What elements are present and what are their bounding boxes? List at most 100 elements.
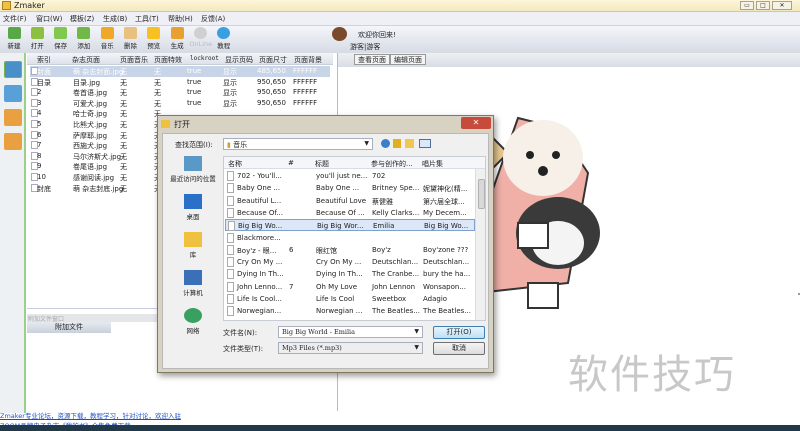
- up-folder-icon[interactable]: [393, 139, 401, 148]
- toolbar-button-new[interactable]: 新建: [3, 27, 25, 50]
- look-in-select[interactable]: ▮ 音乐 ▼: [223, 138, 373, 150]
- forum-link[interactable]: Zmaker专业论坛，资源下载，教程学习，针对讨论，欢迎入驻: [0, 410, 560, 420]
- back-icon[interactable]: [381, 139, 390, 148]
- col-lockroot[interactable]: lockroot: [190, 55, 219, 62]
- star-icon: [147, 27, 161, 39]
- file-row[interactable]: Cry On My ... Cry On My ... Deutschlan... D…: [225, 256, 475, 268]
- place-computer[interactable]: 计算机: [163, 270, 223, 297]
- file-row[interactable]: John Lenno... 7 Oh My Love John Lennon Wonsa…: [225, 281, 475, 293]
- menu-feedback[interactable]: 反馈(A): [201, 14, 225, 24]
- new-folder-icon[interactable]: [405, 139, 414, 148]
- toolbar-button-save[interactable]: 保存: [50, 27, 72, 50]
- menu-help[interactable]: 帮助(H): [168, 14, 193, 24]
- table-row[interactable]: 封面萌 杂志封面.jpg 无无 true 显示 485,650 FFFFFF: [30, 66, 330, 77]
- file-row[interactable]: Because Of... Because Of ... Kelly Clarks.…: [225, 207, 475, 219]
- toolbar-button-star[interactable]: 预览: [143, 27, 165, 50]
- filename-label: 文件名(N):: [223, 329, 258, 337]
- dialog-close-button[interactable]: ✕: [461, 117, 491, 129]
- toolbar-button-music[interactable]: 音乐: [96, 27, 118, 50]
- col-number[interactable]: #: [288, 159, 294, 167]
- online-icon: [193, 27, 207, 39]
- file-row[interactable]: Baby One ... Baby One ... Britney Spe... 妮黛…: [225, 182, 475, 194]
- cell-lockroot: true: [187, 67, 202, 75]
- place-library[interactable]: 库: [163, 232, 223, 259]
- file-cell: Adagio: [423, 295, 448, 303]
- file-row[interactable]: Dying In Th... Dying In Th... The Cranbe..…: [225, 268, 475, 280]
- place-network[interactable]: 网络: [163, 308, 223, 335]
- file-cell: Cry On My ...: [316, 258, 362, 267]
- menu-template[interactable]: 模板(Z): [70, 14, 94, 24]
- close-button[interactable]: ✕: [772, 1, 792, 10]
- scroll-thumb[interactable]: [478, 179, 485, 209]
- file-cell: The Beatles...: [372, 307, 420, 316]
- col-name[interactable]: 名称: [228, 159, 242, 169]
- toolbar-button-open-folder[interactable]: 打开: [26, 27, 48, 50]
- file-row[interactable]: Life Is Cool... Life Is Cool Sweetbox Adagi…: [225, 293, 475, 305]
- open-button[interactable]: 打开(O): [433, 326, 485, 339]
- file-icon: [227, 232, 234, 243]
- tab-view-page[interactable]: 查看页面: [354, 54, 390, 65]
- view-menu-icon[interactable]: [419, 139, 431, 148]
- file-cell: Norwegian...: [237, 307, 282, 316]
- toolbar-button-build[interactable]: 生成: [166, 27, 188, 50]
- file-row[interactable]: Boy'z - 眼... 6 眼红馆 Boy'z Boy'zone ???: [225, 244, 475, 256]
- toolbar-button-add[interactable]: 添加: [73, 27, 95, 50]
- place-recent[interactable]: 最近访问的位置: [163, 156, 223, 183]
- file-row[interactable]: 702 - You'll... you'll just ne... 702: [225, 170, 475, 182]
- side-tab-build[interactable]: [4, 133, 22, 150]
- side-tab-edit[interactable]: [4, 61, 22, 78]
- place-desktop[interactable]: 桌面: [163, 194, 223, 221]
- place-label: 计算机: [183, 289, 203, 297]
- col-album[interactable]: 唱片集: [422, 159, 443, 169]
- grid-header: 索引 杂志页面 页面音乐 页面特效 lockroot 显示页码 页面尺寸 页面背…: [27, 53, 333, 65]
- table-row[interactable]: 2 卷首语.jpg 无 无 true 显示 950,650 FFFFFF: [30, 87, 330, 98]
- toolbar-label: OnLine: [189, 40, 213, 48]
- title-bar: Zmaker ▭ □ ✕: [0, 0, 800, 12]
- side-tab-settings[interactable]: [4, 85, 22, 102]
- file-icon: [228, 221, 235, 232]
- file-row[interactable]: Blackmore...: [225, 232, 475, 244]
- cell-索引: 6: [37, 130, 42, 139]
- file-row[interactable]: Big Big Wo... Big Big Wor... Emilia Big Big…: [225, 219, 475, 232]
- col-size[interactable]: 页面尺寸: [259, 55, 287, 65]
- file-icon: [227, 183, 234, 194]
- filename-input[interactable]: Big Big World - Emilia ▼: [278, 326, 423, 338]
- file-icon: [227, 281, 234, 292]
- col-show-number[interactable]: 显示页码: [225, 55, 253, 65]
- watermark: 软件技巧: [568, 352, 736, 398]
- table-row[interactable]: 目录 目录.jpg 无 无 true 显示 950,650 FFFFFF: [30, 77, 330, 88]
- toolbar-button-delete[interactable]: 删除: [120, 27, 142, 50]
- toolbar-button-help[interactable]: 教程: [213, 27, 235, 50]
- file-list-scrollbar[interactable]: [475, 169, 485, 320]
- minimize-button[interactable]: ▭: [740, 1, 754, 10]
- tab-edit-page[interactable]: 编辑页面: [390, 54, 426, 65]
- file-row[interactable]: Beautiful L... Beautiful Love 蔡健雅 第六届全球...: [225, 195, 475, 207]
- file-row[interactable]: Norwegian... Norwegian ... The Beatles... T…: [225, 305, 475, 317]
- attach-file-button[interactable]: 附加文件: [27, 322, 111, 333]
- menu-build[interactable]: 生成(B): [103, 14, 127, 24]
- user-name[interactable]: 游客|游客: [350, 42, 380, 52]
- col-title[interactable]: 标题: [315, 159, 329, 169]
- side-tab-template[interactable]: [4, 109, 22, 126]
- folder-icon: ▮: [227, 141, 231, 149]
- col-artist[interactable]: 参与创作的...: [371, 159, 413, 169]
- cancel-button[interactable]: 取消: [433, 342, 485, 355]
- file-cell: you'll just ne...: [316, 172, 368, 180]
- col-bg[interactable]: 页面背景: [294, 55, 322, 65]
- col-index[interactable]: 索引: [37, 55, 51, 65]
- cell-索引: 9: [37, 162, 42, 171]
- dialog-body: 查找范围(I): ▮ 音乐 ▼ 名称 # 标题 参与创作的... 唱片集 702 …: [162, 133, 489, 369]
- file-cell: 蔡健雅: [372, 197, 393, 206]
- col-effect[interactable]: 页面特效: [154, 55, 182, 65]
- menu-tools[interactable]: 工具(T): [135, 14, 159, 24]
- menu-file[interactable]: 文件(F): [3, 14, 27, 24]
- menu-window[interactable]: 窗口(W): [36, 14, 62, 24]
- toolbar-button-online[interactable]: OnLine: [189, 27, 213, 48]
- cell-索引: 4: [37, 109, 42, 118]
- col-page[interactable]: 杂志页面: [72, 55, 100, 65]
- col-music[interactable]: 页面音乐: [120, 55, 148, 65]
- file-cell: Deutschlan...: [423, 258, 470, 267]
- table-row[interactable]: 3 可爱犬.jpg 无 无 true 显示 950,650 FFFFFF: [30, 98, 330, 109]
- filetype-select[interactable]: Mp3 Files (*.mp3) ▼: [278, 342, 423, 354]
- maximize-button[interactable]: □: [756, 1, 770, 10]
